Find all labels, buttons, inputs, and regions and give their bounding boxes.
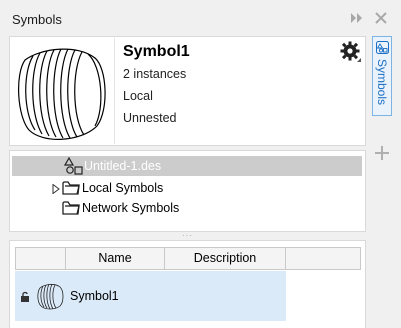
panel-titlebar: Symbols [0,0,401,36]
tree-item-network-symbols[interactable]: Network Symbols [10,198,365,218]
symbol-library-tree[interactable]: Untitled-1.des Local Symbols Network Sym… [9,150,366,232]
symbol-nesting: Unnested [123,111,177,125]
tree-item-label: Local Symbols [82,181,164,195]
symbol-instances: 2 instances [123,67,187,81]
table-row[interactable]: Symbol1 [15,271,286,321]
symbol-thumbnail [11,38,115,144]
symbol-thumbnail-icon [35,281,65,314]
tab-symbols[interactable]: Symbols [372,36,392,116]
column-header-name[interactable]: Name [65,247,165,270]
gear-icon[interactable] [340,41,362,63]
expand-arrow-icon[interactable] [52,183,60,195]
symbol-list[interactable]: Name Description Symbol1 [9,240,366,328]
shapes-icon [63,156,83,175]
close-icon[interactable] [372,9,390,27]
expand-panel-icon[interactable] [348,9,366,27]
cylinder-image [18,48,106,140]
folder-icon [62,179,80,196]
tree-item-label: Untitled-1.des [84,159,162,173]
column-header-blank[interactable] [15,247,66,270]
add-tab-icon[interactable] [373,144,391,162]
panel-title: Symbols [12,12,62,27]
symbols-icon [376,41,389,54]
tab-label: Symbols [375,59,389,106]
tree-item-label: Network Symbols [82,201,180,215]
splitter-grip[interactable]: ··· [182,232,194,240]
symbol-scope: Local [123,89,153,103]
column-header-filler [285,247,361,270]
column-header-description[interactable]: Description [164,247,286,270]
symbol-name: Symbol1 [123,43,190,60]
tree-item-local-symbols[interactable]: Local Symbols [10,178,365,198]
folder-icon [62,199,80,216]
lock-icon [20,291,30,306]
row-name: Symbol1 [70,289,119,303]
tree-item-document[interactable]: Untitled-1.des [12,156,362,176]
symbol-preview: Symbol1 2 instances Local Unnested [9,36,366,146]
